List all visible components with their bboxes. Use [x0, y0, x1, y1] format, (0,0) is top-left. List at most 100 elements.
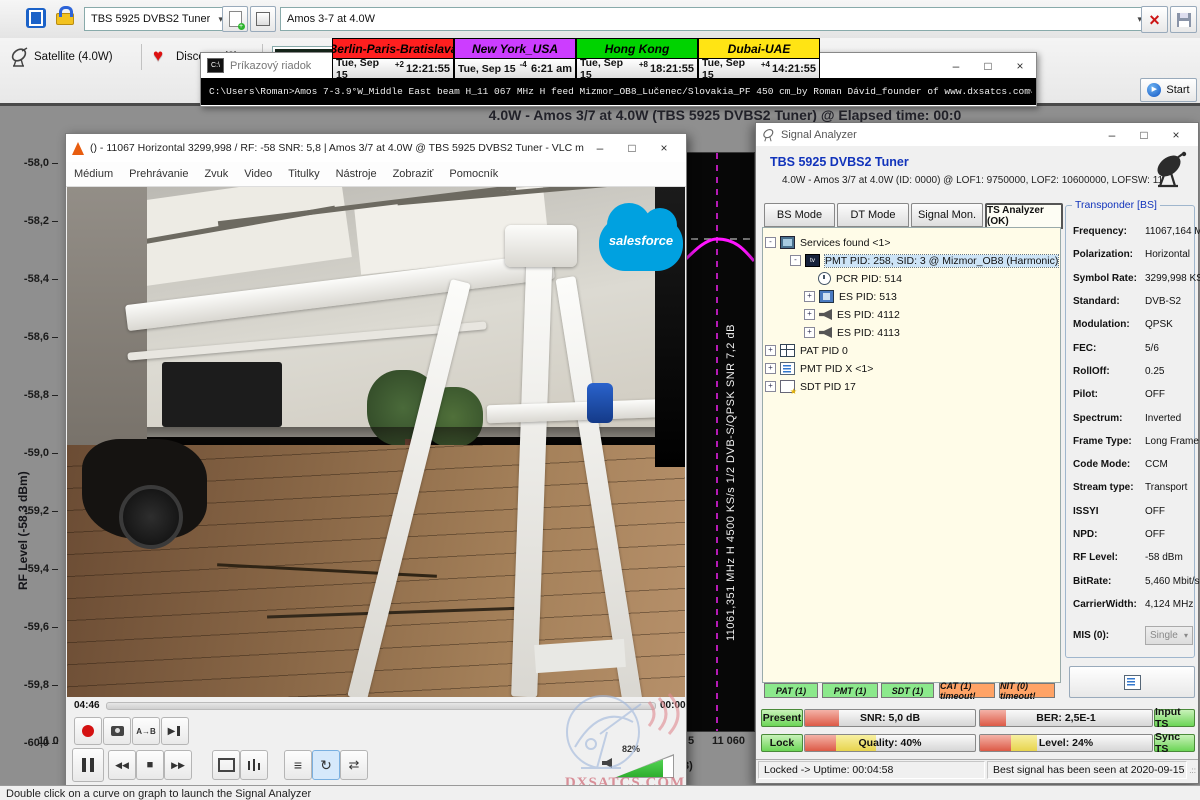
sync-ts-indicator: Sync TS [1154, 734, 1195, 752]
new-feed-button[interactable]: + [222, 6, 248, 32]
save-button[interactable] [1170, 6, 1197, 33]
previous-button[interactable]: ◀◀ [108, 750, 136, 780]
loop-button[interactable]: ↻ [312, 750, 340, 780]
ab-loop-button[interactable]: A→B [132, 717, 160, 745]
menu-subtitles[interactable]: Titulky [288, 168, 319, 180]
cmd-prompt-line: C:\Users\Roman>Amos 7-3.9°W_Middle East … [209, 86, 1030, 97]
tree-expander[interactable]: + [804, 309, 815, 320]
vlc-title: () - 11067 Horizontal 3299,998 / RF: -58… [90, 142, 584, 154]
menu-tools[interactable]: Nástroje [336, 168, 377, 180]
transponder-row: Standard:DVB-S2 [1066, 290, 1194, 313]
playlist-button[interactable]: ≡ [284, 750, 312, 780]
signal-analyzer-window: Signal Analyzer – □ × TBS 5925 DVBS2 Tun… [755, 122, 1199, 784]
cmd-icon: C:\ [207, 58, 224, 73]
close-button[interactable]: × [648, 141, 680, 155]
vlc-cone-icon [72, 142, 84, 155]
close-button[interactable]: × [1160, 128, 1192, 142]
transponder-row: FEC:5/6 [1066, 336, 1194, 359]
lock-icon[interactable] [56, 13, 74, 25]
tree-item-pcr[interactable]: PCR PID: 514 [818, 271, 902, 286]
snapshot-button[interactable] [103, 717, 131, 745]
tree-expander[interactable]: + [804, 327, 815, 338]
video-stream-icon [819, 290, 834, 303]
app-icon[interactable] [26, 8, 46, 28]
tree-expander[interactable]: + [765, 345, 776, 356]
resize-grip[interactable]: .:: [1189, 766, 1196, 775]
maximize-button[interactable]: □ [1128, 128, 1160, 142]
analyzer-action-button[interactable] [1069, 666, 1195, 698]
vlc-seek-bar[interactable] [106, 702, 656, 710]
maximize-button[interactable]: □ [972, 59, 1004, 73]
minimize-button[interactable]: – [584, 141, 616, 155]
camera-icon [111, 726, 124, 736]
analyzer-titlebar[interactable]: Signal Analyzer – □ × [756, 123, 1198, 146]
menu-help[interactable]: Pomocník [449, 168, 498, 180]
tree-expander[interactable]: + [765, 363, 776, 374]
record-button[interactable] [74, 717, 102, 745]
tree-expander[interactable]: + [804, 291, 815, 302]
minimize-button[interactable]: – [940, 59, 972, 73]
equalizer-button[interactable] [240, 750, 268, 780]
close-button[interactable]: × [1004, 59, 1036, 73]
start-button[interactable]: ▶ Start [1140, 78, 1197, 102]
minimize-button[interactable]: – [1096, 128, 1128, 142]
y-tick: -59,6 [22, 621, 58, 633]
frame-step-button[interactable]: ▶ [161, 717, 189, 745]
field-label: Frame Type: [1073, 436, 1145, 447]
vlc-titlebar[interactable]: () - 11067 Horizontal 3299,998 / RF: -58… [66, 134, 686, 162]
menu-playback[interactable]: Prehrávanie [129, 168, 188, 180]
volume-percent-label: 82% [622, 744, 640, 754]
clock-time: 6:21 am [531, 63, 572, 75]
menu-audio[interactable]: Zvuk [204, 168, 228, 180]
stop-button[interactable]: ■ [136, 750, 164, 780]
tree-item-pmt-service[interactable]: - tv PMT PID: 258, SID: 3 @ Mizmor_OB8 (… [790, 253, 1058, 268]
field-value: Transport [1145, 482, 1187, 493]
maximize-button[interactable]: □ [616, 141, 648, 155]
tree-expander[interactable]: - [765, 237, 776, 248]
tree-item-services[interactable]: - Services found <1> [765, 235, 890, 250]
indicator-label: Sync TS [1155, 731, 1194, 755]
clock-utc-offset: -4 [520, 60, 527, 69]
badge-pat: PAT (1) [764, 683, 818, 698]
clock-icon [818, 272, 831, 285]
volume-slider[interactable] [614, 754, 674, 778]
cmd-scrollbar[interactable]: ^v [1024, 78, 1036, 105]
tree-item-pat[interactable]: + PAT PID 0 [765, 343, 848, 358]
tab-dt-mode[interactable]: DT Mode [837, 203, 909, 227]
field-value: Long Frame [1145, 436, 1199, 447]
tab-signal-mon[interactable]: Signal Mon. [911, 203, 983, 227]
mis-select[interactable]: Single▾ [1145, 626, 1193, 645]
next-button[interactable]: ▶▶ [164, 750, 192, 780]
field-label: Symbol Rate: [1073, 273, 1145, 284]
menu-view[interactable]: Zobraziť [393, 168, 434, 180]
tree-expander[interactable]: - [790, 255, 801, 266]
tree-item-pmt-x[interactable]: + PMT PID X <1> [765, 361, 873, 376]
menu-video[interactable]: Video [244, 168, 272, 180]
pause-button[interactable] [72, 748, 104, 782]
stop-icon: ■ [147, 759, 154, 771]
vlc-time-elapsed: 04:46 [74, 700, 100, 711]
tree-expander[interactable]: + [765, 381, 776, 392]
feed-select[interactable]: Amos 3-7 at 4.0W▾ [280, 7, 1149, 31]
menu-medium[interactable]: Médium [74, 168, 113, 180]
field-value: 11067,164 MHz [1145, 226, 1200, 237]
delete-feed-button[interactable]: × [1141, 6, 1168, 33]
tree-item-es-audio[interactable]: + ES PID: 4112 [804, 307, 900, 322]
webcam-video[interactable]: salesforce [67, 187, 685, 697]
shuffle-button[interactable]: ⇄ [340, 750, 368, 780]
fullscreen-button[interactable] [212, 750, 240, 780]
cmd-output[interactable]: C:\Users\Roman>Amos 7-3.9°W_Middle East … [201, 78, 1036, 105]
tree-item-es-video[interactable]: + ES PID: 513 [804, 289, 897, 304]
tab-bs-mode[interactable]: BS Mode [764, 203, 835, 227]
edit-feed-button[interactable] [250, 6, 276, 32]
volume-fill [615, 755, 663, 777]
analyzer-window-icon [762, 128, 776, 142]
tree-item-es-audio[interactable]: + ES PID: 4113 [804, 325, 900, 340]
transponder-row: Polarization:Horizontal [1066, 243, 1194, 266]
badge-sdt: SDT (1) [881, 683, 934, 698]
tree-item-sdt[interactable]: + SDT PID 17 [765, 379, 856, 394]
satellite-button[interactable]: Satellite (4.0W) [34, 51, 113, 63]
field-label: ISSYI [1073, 506, 1145, 517]
tab-ts-analyzer[interactable]: TS Analyzer (OK) [985, 203, 1063, 229]
tuner-select[interactable]: TBS 5925 DVBS2 Tuner▾ [84, 7, 230, 31]
